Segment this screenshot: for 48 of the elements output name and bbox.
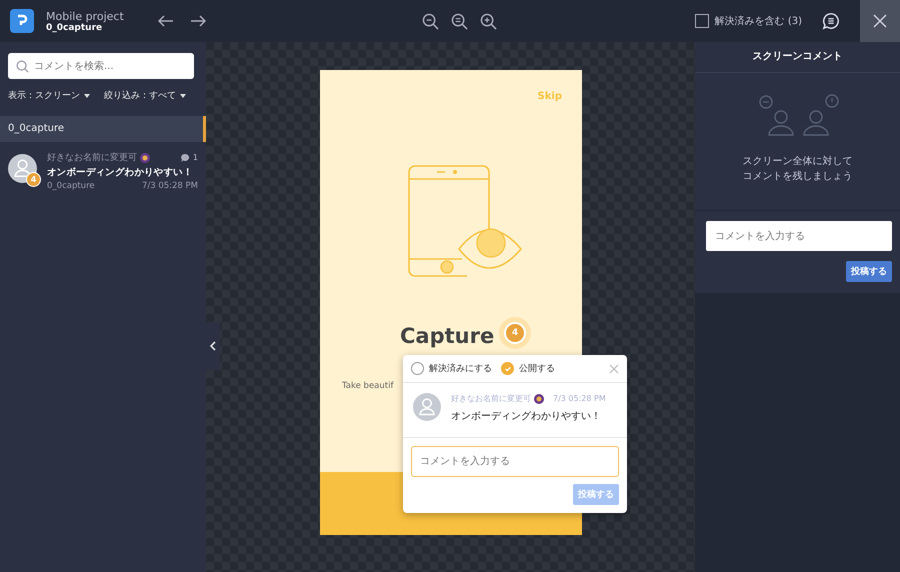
app-logo[interactable] [10, 9, 34, 33]
post-button[interactable]: 投稿する [846, 261, 892, 282]
screen-subtitle: Take beautif [342, 381, 394, 391]
comment-text: オンボーディングわかりやすい！ [451, 410, 602, 423]
empty-message-line: コメントを残しましょう [742, 170, 852, 184]
forward-arrow-icon[interactable] [190, 15, 206, 27]
comment-author: 好きなお名前に変更可 [451, 393, 531, 404]
comment-author: 好きなお名前に変更可 [47, 152, 137, 164]
checkmark-icon [504, 364, 512, 372]
back-arrow-icon[interactable] [158, 15, 174, 27]
project-name: Mobile project [46, 10, 125, 22]
caret-icon [84, 94, 90, 98]
avatar-icon [413, 393, 441, 421]
comment-screen: 0_0capture [47, 181, 95, 191]
caret-icon [180, 94, 186, 98]
speech-bubble-icon [180, 152, 190, 162]
panel-title: スクリーンコメント [695, 42, 900, 73]
reply-count: 1 [192, 153, 198, 162]
zoom-out-icon[interactable] [422, 12, 439, 30]
chevron-left-icon [210, 341, 216, 351]
search-field[interactable]: コメントを検索... [8, 53, 194, 79]
publish-checkbox[interactable] [501, 362, 514, 375]
option-label: 公開する [519, 362, 555, 375]
empty-message-line: スクリーン全体に対して [742, 155, 852, 169]
filter-dropdown[interactable]: 絞り込み：すべて [104, 89, 186, 102]
reply-field[interactable]: コメントを入力する [411, 446, 619, 477]
zoom-in-icon[interactable] [480, 12, 497, 30]
screen-title: Capture [400, 324, 494, 348]
emoji-icon [534, 394, 544, 404]
comment-text: オンボーディングわかりやすい！ [47, 166, 194, 179]
comment-field[interactable]: コメントを入力する [706, 221, 892, 251]
screen-name: 0_0capture [46, 22, 104, 32]
comments-icon[interactable] [822, 12, 840, 30]
search-icon [16, 60, 29, 73]
filter-dropdown[interactable]: 表示：スクリーン [8, 89, 90, 102]
emoji-icon [140, 152, 150, 162]
include-resolved-label: 解決済みを含む (3) [714, 14, 802, 28]
option-label: 解決済みにする [429, 362, 492, 375]
collapse-tab[interactable] [206, 322, 220, 370]
zoom-reset-icon[interactable] [451, 12, 468, 30]
screen-group-header[interactable]: 0_0capture [0, 116, 206, 142]
resolve-checkbox[interactable] [411, 362, 424, 375]
comment-number-badge: 4 [26, 172, 41, 187]
close-button[interactable] [860, 0, 900, 42]
include-resolved-checkbox[interactable] [694, 14, 709, 28]
comment-time: 7/3 05:28 PM [142, 181, 198, 191]
comment-time: 7/3 05:28 PM [553, 394, 606, 403]
close-icon [873, 14, 887, 28]
